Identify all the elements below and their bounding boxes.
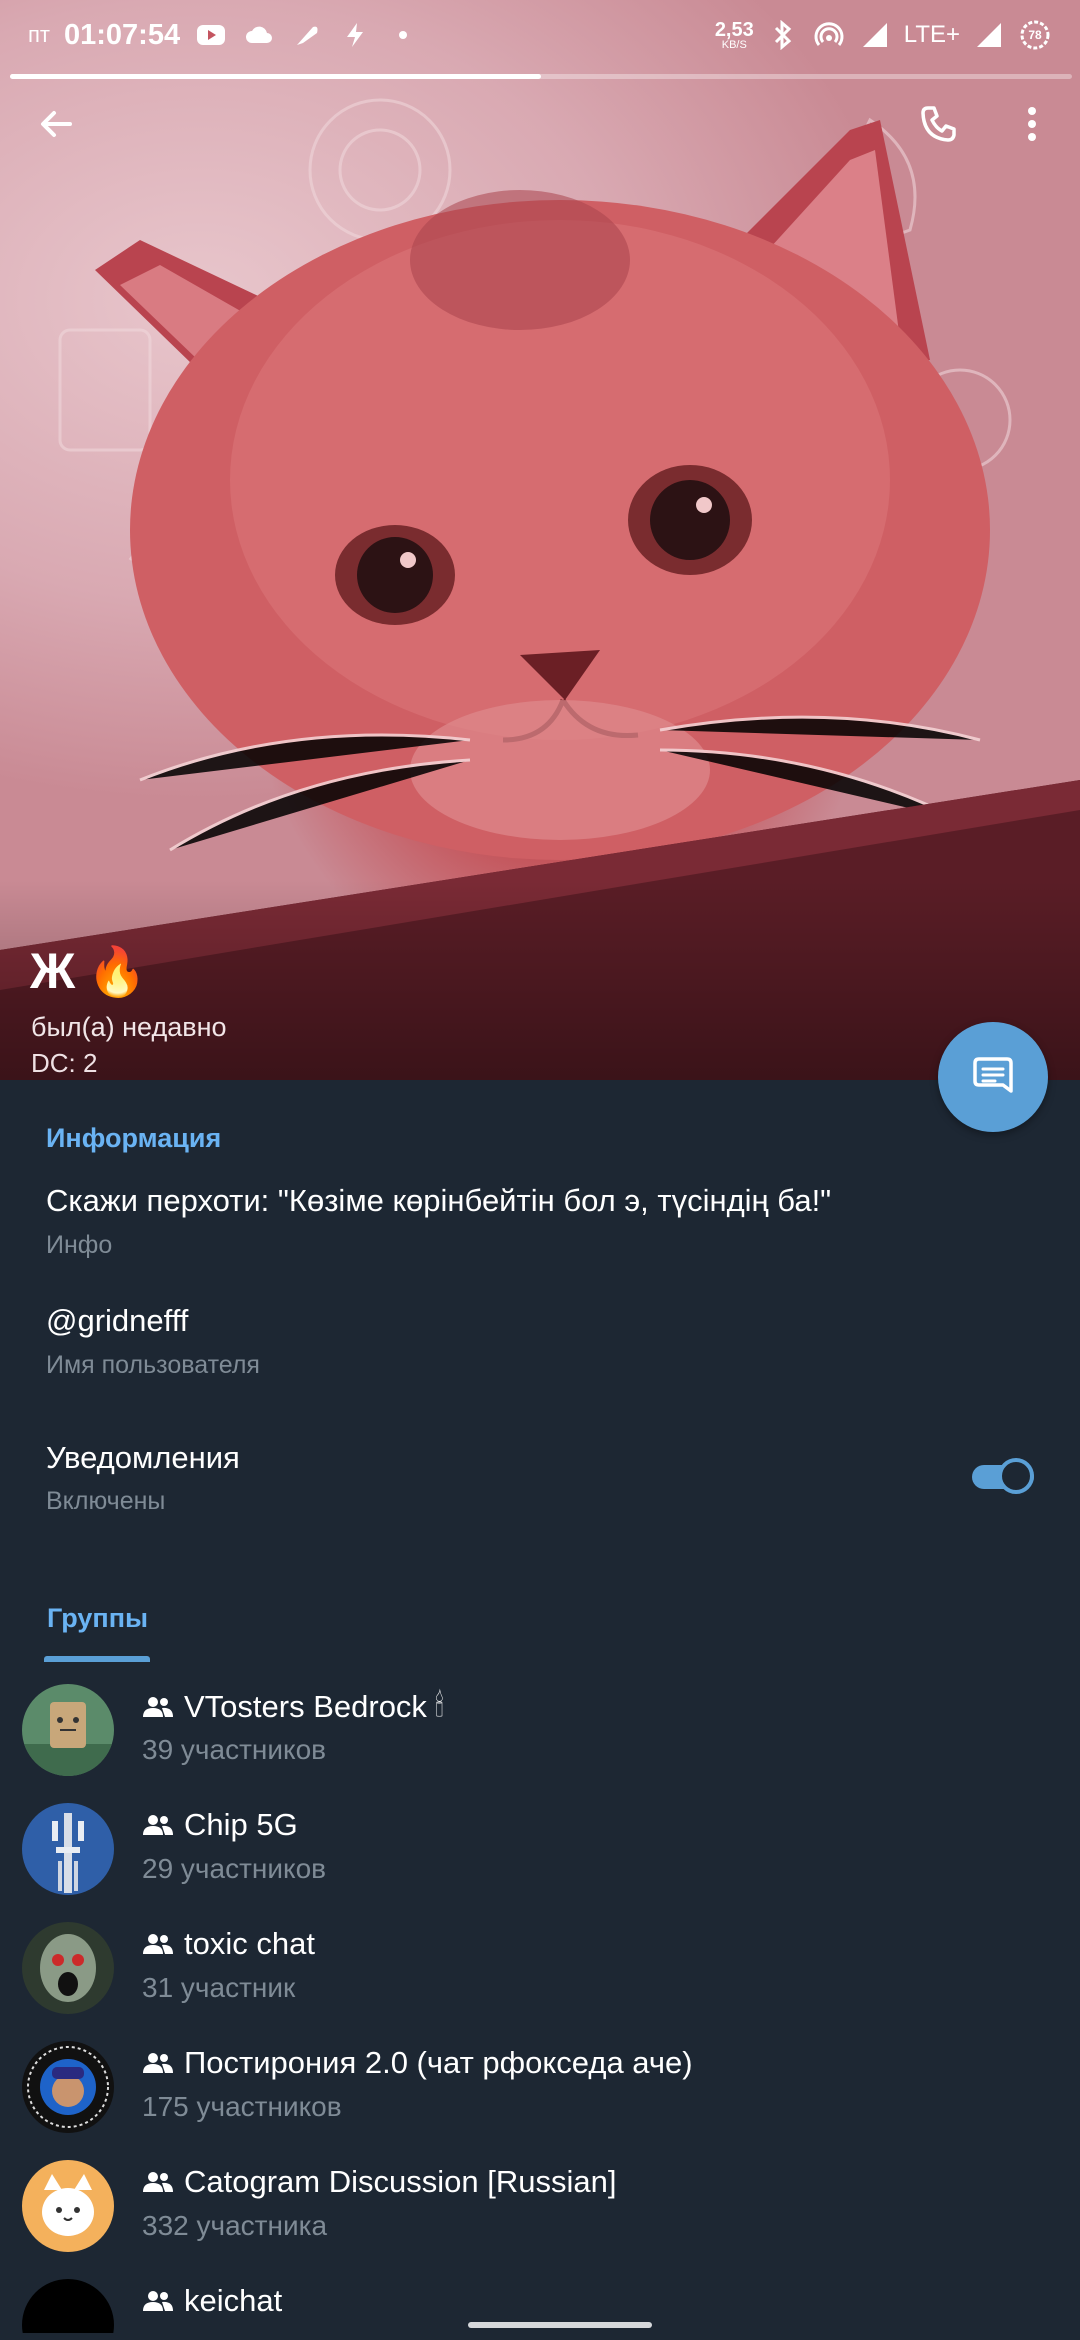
username-text: @gridnefff: [46, 1303, 189, 1338]
group-icon: [142, 2287, 176, 2315]
tab-groups-underline: [44, 1656, 150, 1662]
status-time: 01:07:54: [64, 18, 181, 51]
list-item[interactable]: toxic chat 31 участник: [0, 1916, 1080, 2035]
group-icon: [142, 1930, 176, 1958]
arrow-left-icon: [41, 111, 72, 137]
call-button[interactable]: [908, 96, 968, 152]
hotspot-icon: [812, 18, 846, 52]
group-icon: [142, 2168, 176, 2196]
battery-icon: 78: [1018, 18, 1052, 52]
group-name: Постирония 2.0 (чат рфокседа аче): [184, 2045, 693, 2080]
story-progress-bar: [10, 74, 1072, 79]
list-item[interactable]: Постирония 2.0 (чат рфокседа аче) 175 уч…: [0, 2035, 1080, 2154]
back-button[interactable]: [28, 96, 84, 152]
top-bar: [0, 96, 1080, 156]
flash-icon: [338, 18, 372, 52]
avatar: [22, 2160, 114, 2252]
more-vertical-icon: [1028, 107, 1036, 141]
group-name: toxic chat: [184, 1926, 315, 1961]
profile-name-text: Ж: [30, 943, 76, 999]
group-members: 332 участника: [142, 2210, 328, 2241]
tab-groups[interactable]: Группы: [47, 1603, 148, 1634]
avatar: [22, 2041, 114, 2133]
notifications-toggle[interactable]: [970, 1458, 1036, 1494]
profile-photo-header[interactable]: пт 01:07:54 2,53 KB/S LTE+ 78 Ж 🔥 был(а)…: [0, 0, 1080, 1080]
notifications-state: Включены: [46, 1487, 166, 1515]
group-name: keichat: [184, 2283, 283, 2318]
youtube-icon: [194, 18, 228, 52]
phone-icon: [921, 106, 956, 142]
network-type: LTE+: [903, 21, 960, 48]
cloud-icon: [242, 18, 276, 52]
signal-icon-2: [972, 18, 1006, 52]
group-name: Catogram Discussion [Russian]: [184, 2164, 617, 2199]
avatar: [22, 2279, 114, 2333]
group-name: Chip 5G: [184, 1807, 298, 1842]
bio-text: Скажи перхоти: "Көзіме көрінбейтін бол э…: [46, 1183, 832, 1218]
list-item[interactable]: VTosters Bedrock 🕯 39 участников: [0, 1678, 1080, 1797]
bluetooth-icon: [766, 18, 800, 52]
info-section-title: Информация: [46, 1123, 222, 1153]
signal-icon: [858, 18, 892, 52]
avatar: [22, 1803, 114, 1895]
list-item[interactable]: Chip 5G 29 участников: [0, 1797, 1080, 1916]
avatar: [22, 1684, 114, 1776]
net-speed: 2,53: [714, 18, 754, 41]
username-label: Имя пользователя: [46, 1351, 260, 1379]
candle-emoji: 🕯: [434, 1688, 444, 1723]
group-icon: [142, 1811, 176, 1839]
notifications-label: Уведомления: [46, 1440, 240, 1475]
group-members: 29 участников: [142, 1853, 327, 1884]
fire-emoji: 🔥: [87, 945, 147, 999]
status-day: пт: [28, 22, 50, 47]
group-members: 31 участник: [142, 1972, 296, 2003]
group-icon: [142, 2049, 176, 2077]
group-members: 39 участников: [142, 1734, 327, 1765]
message-fab-button[interactable]: [938, 1022, 1048, 1132]
group-icon: [142, 1693, 176, 1721]
dot-icon: [386, 18, 420, 52]
list-item[interactable]: Catogram Discussion [Russian] 332 участн…: [0, 2154, 1080, 2273]
message-icon: [973, 1057, 1013, 1093]
dc-label: DC: 2: [31, 1048, 98, 1078]
status-bar: пт 01:07:54 2,53 KB/S LTE+ 78: [0, 0, 1080, 70]
cat-photo: [0, 98, 1080, 1080]
group-members: 175 участников: [142, 2091, 342, 2122]
home-indicator[interactable]: [468, 2322, 652, 2328]
feather-icon: [290, 18, 324, 52]
battery-level: 78: [1028, 28, 1042, 42]
more-options-button[interactable]: [1008, 96, 1056, 152]
profile-name: Ж 🔥: [30, 942, 147, 1000]
group-list: VTosters Bedrock 🕯 39 участников Chip 5G…: [0, 1678, 1080, 2333]
last-seen-status: был(а) недавно: [31, 1012, 227, 1042]
net-unit: KB/S: [721, 38, 747, 51]
bio-label: Инфо: [46, 1231, 113, 1259]
group-name: VTosters Bedrock: [184, 1688, 427, 1724]
avatar: [22, 1922, 114, 2014]
